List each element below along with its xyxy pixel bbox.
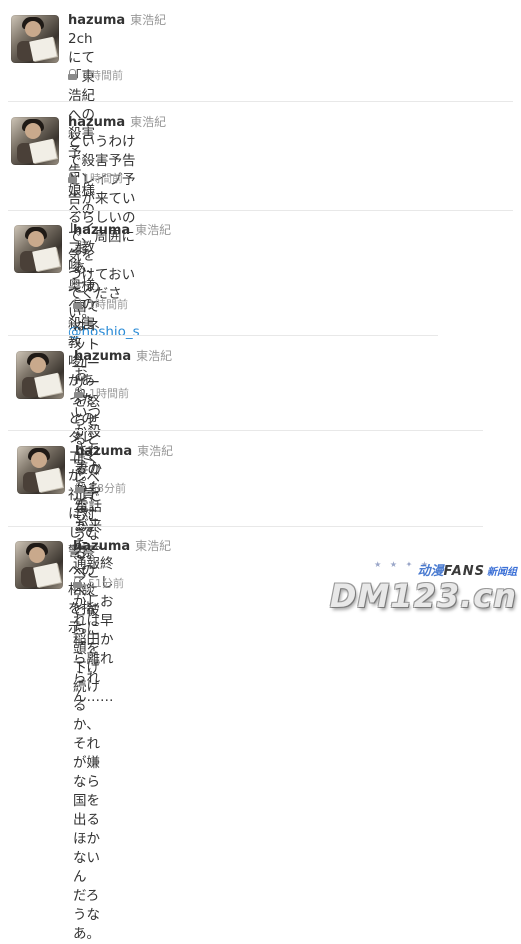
screen-name[interactable]: hazuma xyxy=(75,444,132,459)
divider xyxy=(8,526,483,527)
real-name: 東浩紀 xyxy=(135,539,172,553)
avatar[interactable] xyxy=(11,15,59,63)
screen-name[interactable]: hazuma xyxy=(74,349,131,364)
divider xyxy=(8,210,513,211)
lock-icon xyxy=(73,577,82,588)
timestamp[interactable]: 51分前 xyxy=(88,577,124,590)
avatar[interactable] xyxy=(17,446,65,494)
avatar[interactable] xyxy=(16,351,64,399)
timestamp[interactable]: 58分前 xyxy=(90,482,126,495)
avatar[interactable] xyxy=(11,117,59,165)
timestamp[interactable]: 1時間前 xyxy=(88,298,128,311)
avatar[interactable] xyxy=(14,225,62,273)
watermark: 动漫FANS 新闻组 DM123.cn xyxy=(330,560,517,613)
real-name: 東浩紀 xyxy=(135,223,172,237)
timestamp[interactable]: 1時間前 xyxy=(83,69,123,82)
screen-name[interactable]: hazuma xyxy=(68,13,125,28)
lock-icon xyxy=(68,172,77,183)
divider xyxy=(8,335,438,336)
divider xyxy=(8,430,483,431)
timestamp[interactable]: 1時間前 xyxy=(83,172,123,185)
real-name: 東浩紀 xyxy=(136,349,173,363)
timestamp[interactable]: 1時間前 xyxy=(89,387,129,400)
real-name: 東浩紀 xyxy=(137,444,174,458)
real-name: 東浩紀 xyxy=(130,115,167,129)
screen-name[interactable]: hazuma xyxy=(68,115,125,130)
lock-icon xyxy=(73,298,82,309)
real-name: 東浩紀 xyxy=(130,13,167,27)
divider xyxy=(8,101,513,102)
lock-icon xyxy=(74,387,83,398)
lock-icon xyxy=(68,69,77,80)
watermark-site: DM123.cn xyxy=(329,577,517,615)
avatar[interactable] xyxy=(15,541,63,589)
screen-name[interactable]: hazuma xyxy=(73,223,130,238)
screen-name[interactable]: hazuma xyxy=(73,539,130,554)
lock-icon xyxy=(75,482,84,493)
